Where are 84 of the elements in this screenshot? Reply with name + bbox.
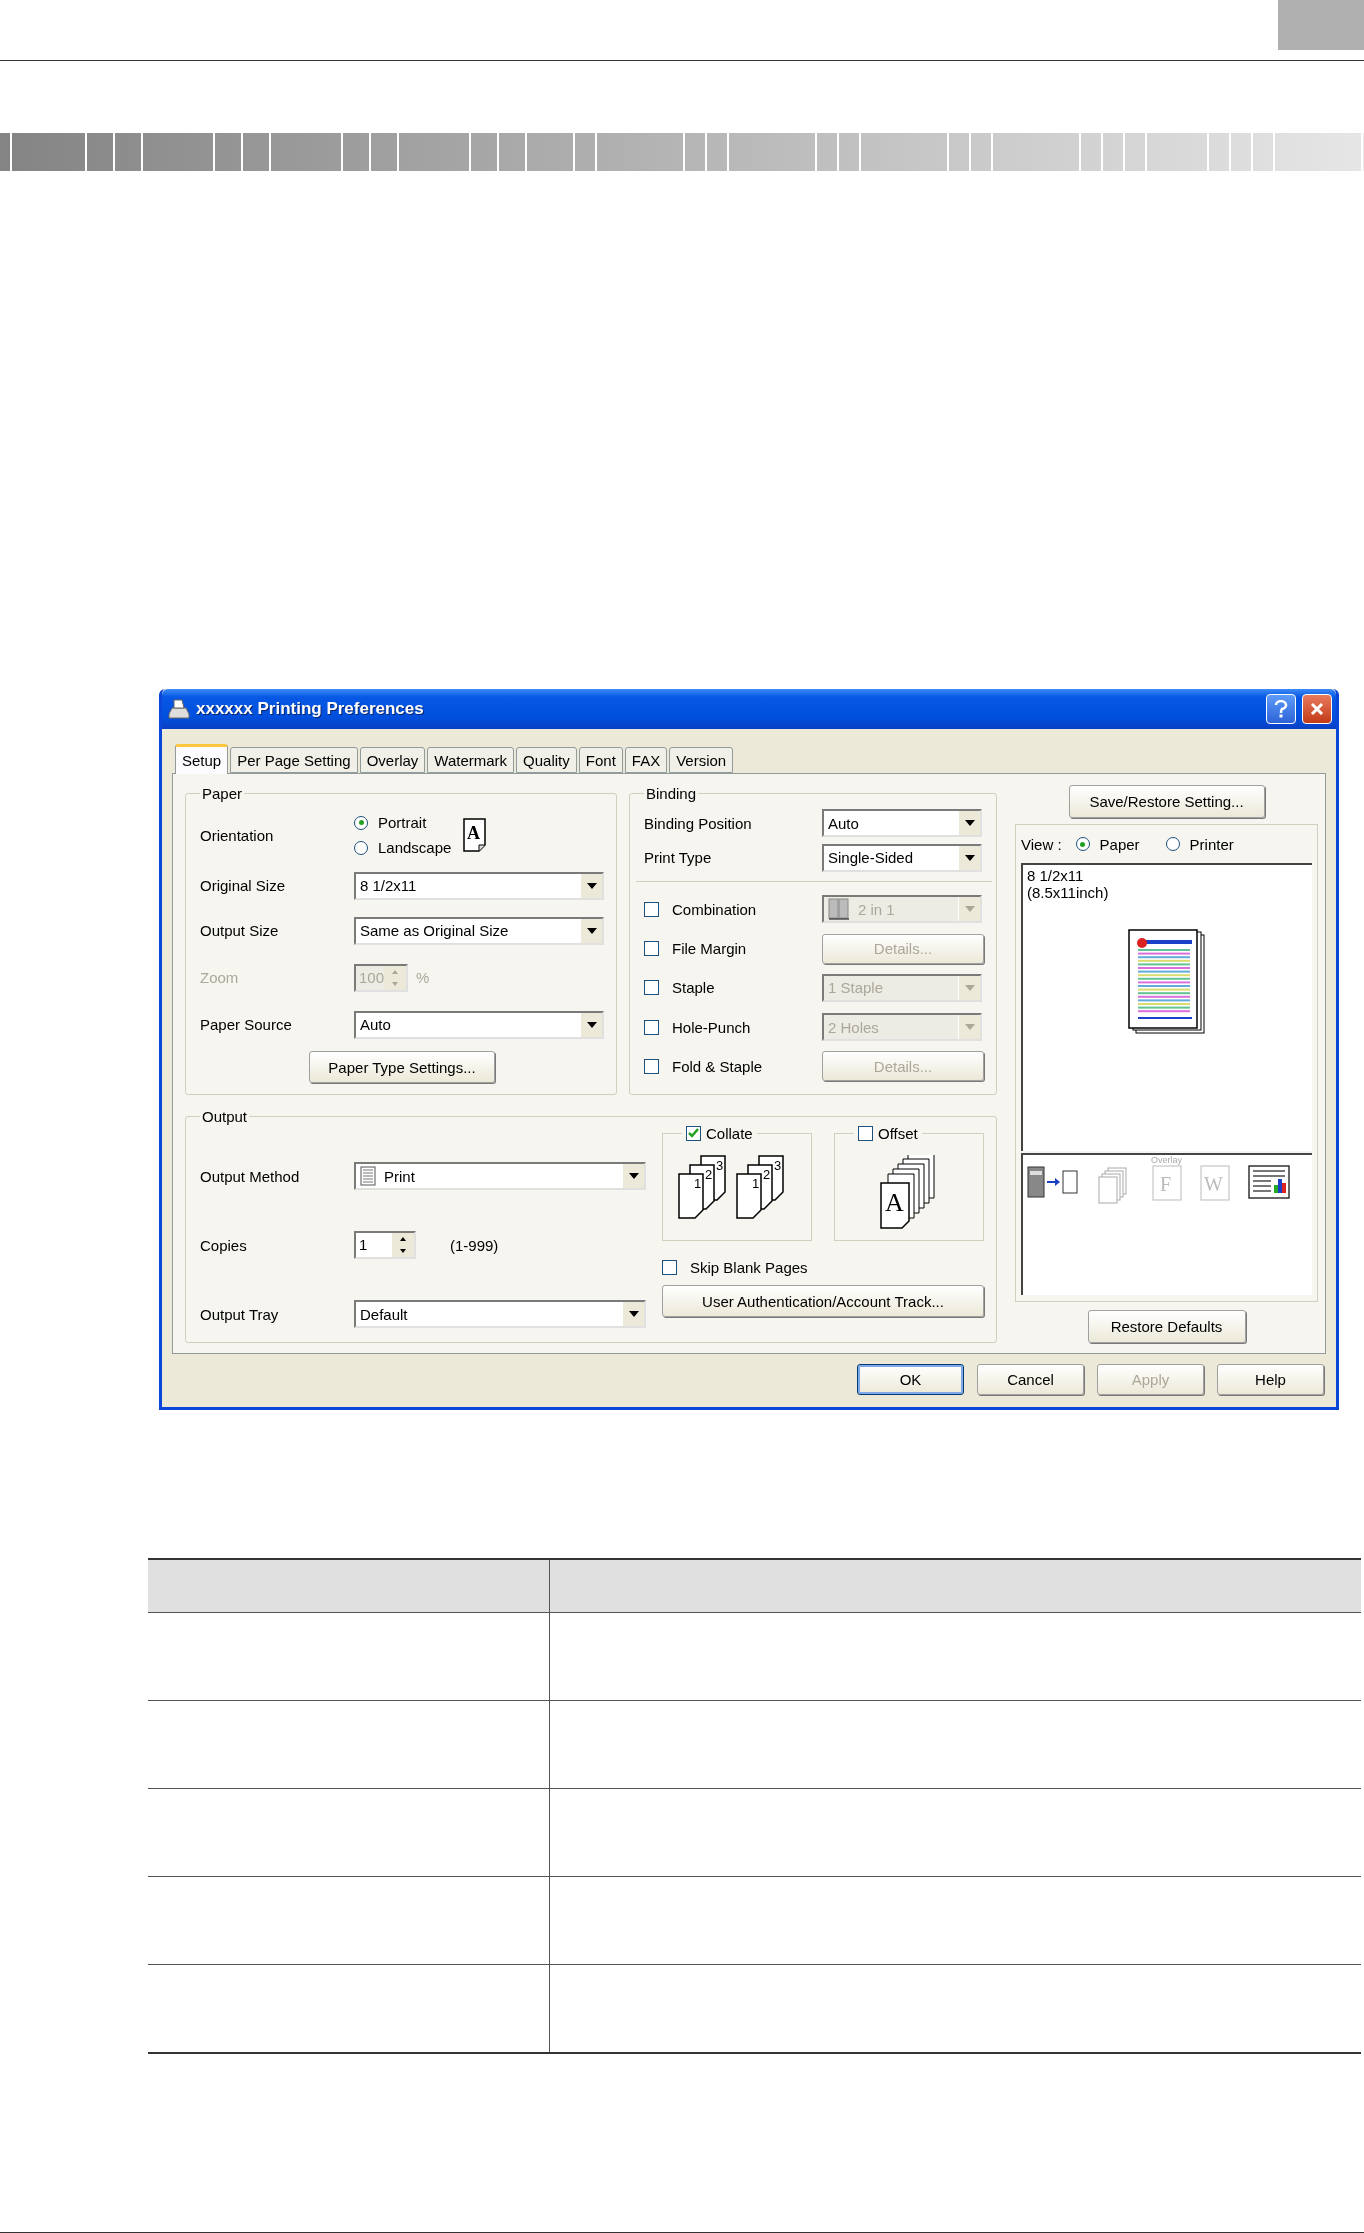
- page-stack-drawing: 3 2 1: [736, 1155, 784, 1219]
- tab[interactable]: Per Page Setting: [230, 747, 358, 773]
- chart-document-icon: [1248, 1165, 1290, 1200]
- close-icon: [1310, 702, 1324, 716]
- radio-label[interactable]: Paper: [1099, 835, 1140, 853]
- icon-letter: A: [467, 823, 480, 844]
- window-title: xxxxxx Printing Preferences: [196, 699, 425, 719]
- dropdown-arrow-icon: [964, 1024, 975, 1031]
- radio-label[interactable]: Landscape: [378, 839, 452, 857]
- spin-up-icon: [392, 969, 398, 974]
- dropdown-field[interactable]: Auto: [822, 809, 982, 838]
- dropdown-arrow-icon: [586, 882, 597, 889]
- layout-icon: [828, 898, 850, 921]
- spinner-field[interactable]: 1: [354, 1231, 416, 1259]
- paper-type-settings-button[interactable]: Paper Type Settings...: [309, 1051, 495, 1084]
- tab[interactable]: Setup: [175, 744, 229, 774]
- dropdown-arrow-icon: [628, 1311, 639, 1317]
- view-label: View :: [1021, 835, 1062, 853]
- field-label: Print Type: [644, 849, 713, 867]
- checkbox-label[interactable]: Skip Blank Pages: [690, 1258, 808, 1276]
- close-button[interactable]: [1302, 694, 1332, 724]
- spin-down-icon: [392, 981, 398, 986]
- field-label: Binding Position: [644, 814, 753, 832]
- offset-stack-drawing: A: [877, 1155, 941, 1229]
- dropdown-field[interactable]: Print: [354, 1162, 646, 1190]
- range-label: (1-999): [450, 1236, 499, 1254]
- dropdown-arrow-icon: [964, 820, 975, 827]
- tab[interactable]: Font: [578, 747, 623, 773]
- save-restore-setting-button[interactable]: Save/Restore Setting...: [1068, 785, 1265, 819]
- dropdown-arrow-icon: [964, 906, 975, 913]
- dropdown-arrow-icon: [964, 854, 975, 861]
- tab[interactable]: FAX: [624, 747, 668, 773]
- dropdown-arrow-icon: [586, 927, 597, 934]
- dialog-button[interactable]: OK: [857, 1364, 964, 1395]
- field-label: Output Tray: [200, 1305, 280, 1323]
- radio-label[interactable]: Portrait: [378, 814, 427, 832]
- dropdown-arrow-icon: [628, 1173, 639, 1179]
- spin-down-icon: [400, 1249, 406, 1253]
- dropdown-field[interactable]: Auto: [354, 1010, 604, 1039]
- overlay-caption: Overlay: [1151, 1155, 1182, 1166]
- checkbox[interactable]: [662, 1259, 677, 1275]
- help-icon: [1274, 700, 1288, 718]
- watermark-icon: W: [1200, 1165, 1230, 1202]
- group-legend: Binding: [644, 785, 699, 802]
- tab[interactable]: Quality: [516, 747, 577, 773]
- unit-label: %: [416, 969, 430, 987]
- field-label: Original Size: [200, 877, 287, 895]
- field-label: Paper Source: [200, 1016, 293, 1034]
- paper-size-text: 8 1/2x11: [1027, 867, 1085, 885]
- tab[interactable]: Overlay: [359, 747, 426, 773]
- field-label: Output Method: [200, 1167, 301, 1185]
- spin-up-icon: [400, 1237, 406, 1241]
- dropdown-arrow-icon: [964, 984, 975, 991]
- field-label: Orientation: [200, 826, 275, 844]
- radio-button[interactable]: [1075, 837, 1090, 852]
- field-label: Zoom: [200, 969, 240, 987]
- checkbox[interactable]: [858, 1125, 873, 1141]
- printer-to-page-icon: [1027, 1165, 1079, 1200]
- radio-button[interactable]: [1165, 837, 1180, 852]
- tab[interactable]: Watermark: [427, 747, 515, 773]
- dialog-button[interactable]: Cancel: [977, 1364, 1084, 1395]
- checkbox[interactable]: [686, 1125, 701, 1141]
- group-legend: Output: [200, 1108, 250, 1125]
- restore-defaults-button[interactable]: Restore Defaults: [1087, 1309, 1246, 1343]
- overlay-icon: F: [1151, 1165, 1182, 1202]
- page-stack-drawing: 3 2 1: [678, 1155, 726, 1219]
- dropdown-field[interactable]: Same as Original Size: [354, 916, 604, 945]
- radio-button[interactable]: [354, 840, 368, 855]
- tab[interactable]: Version: [669, 747, 734, 773]
- field-label: Output Size: [200, 922, 280, 940]
- document-icon: [360, 1166, 376, 1186]
- dropdown-field[interactable]: Single-Sided: [822, 843, 982, 872]
- user-authentication-button[interactable]: User Authentication/Account Track...: [662, 1285, 984, 1317]
- printer-icon: [168, 698, 190, 720]
- dropdown-field[interactable]: Default: [354, 1300, 646, 1328]
- dialog-button[interactable]: Help: [1217, 1364, 1324, 1395]
- radio-button[interactable]: [354, 815, 368, 830]
- field-label: Copies: [200, 1236, 248, 1254]
- paper-dimensions-text: (8.5x11inch): [1027, 884, 1110, 902]
- radio-label[interactable]: Printer: [1189, 835, 1234, 853]
- group-legend: Paper: [200, 785, 245, 802]
- dropdown-arrow-icon: [586, 1021, 597, 1028]
- help-button[interactable]: [1266, 694, 1296, 724]
- dropdown-field[interactable]: 8 1/2x11: [354, 871, 604, 900]
